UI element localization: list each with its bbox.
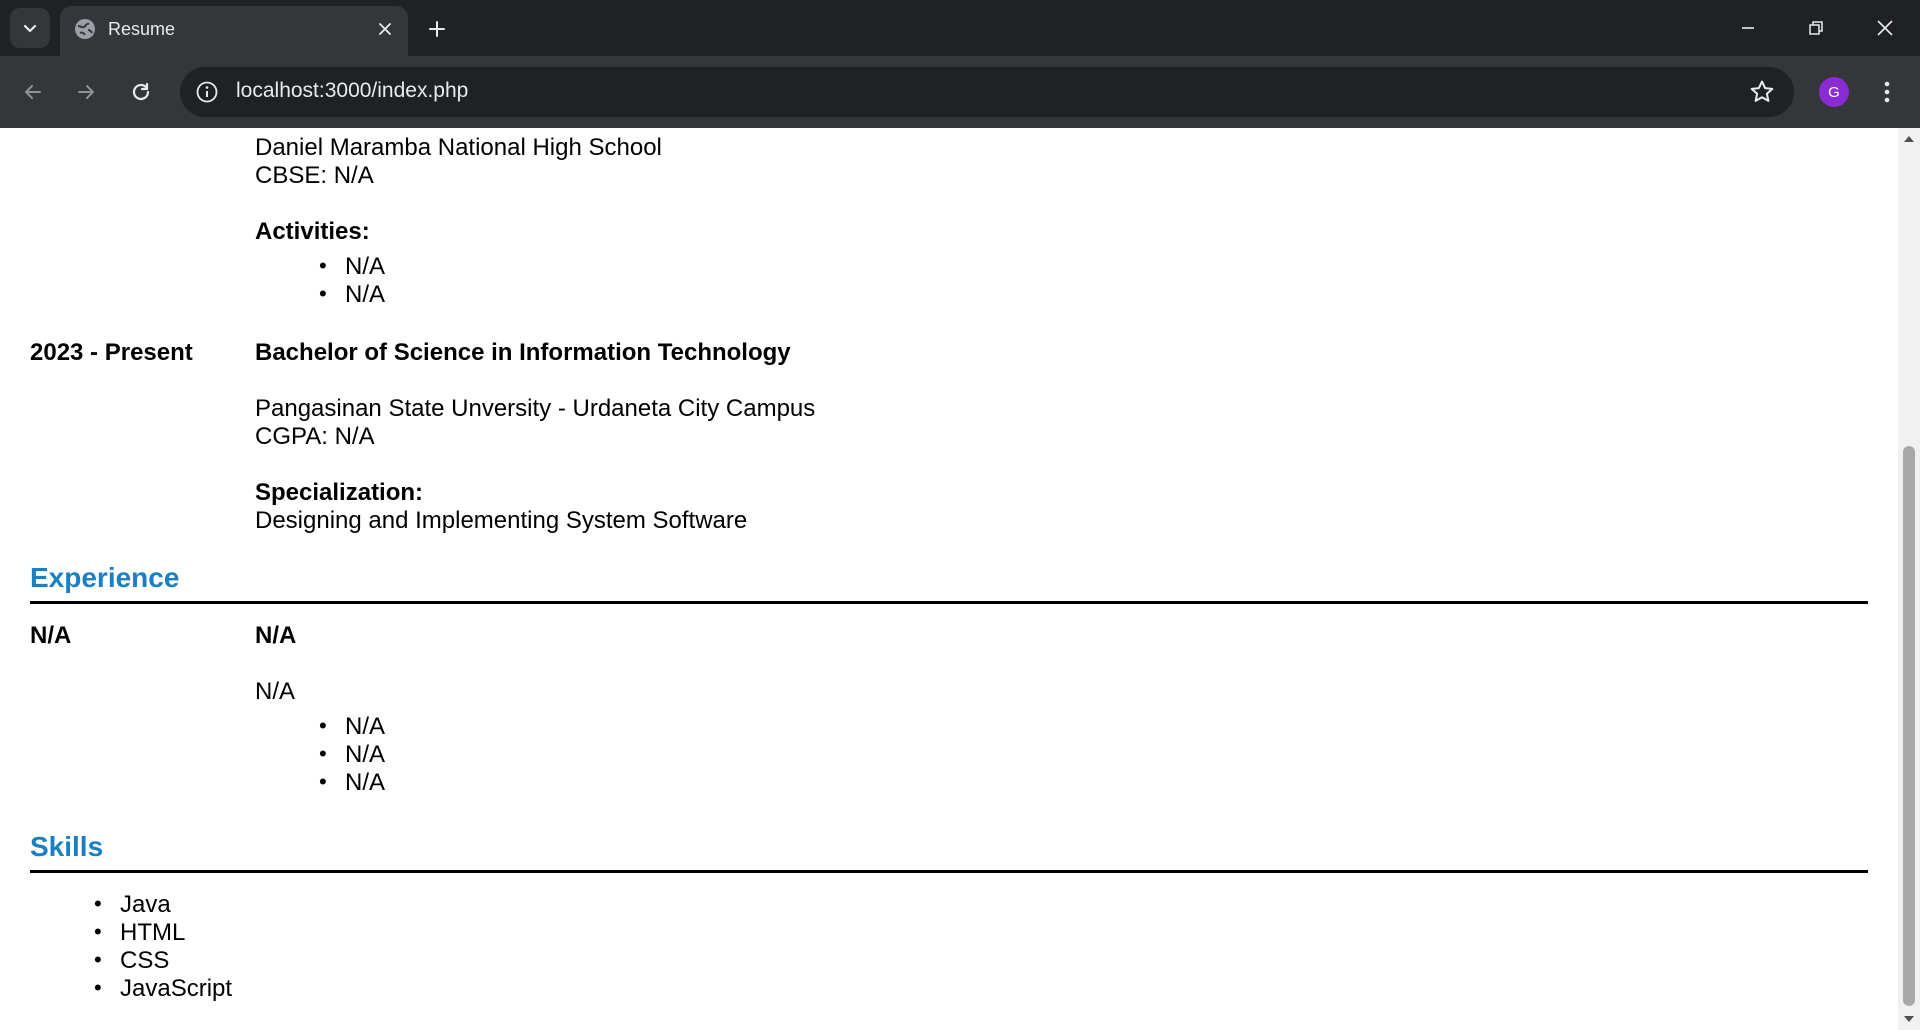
list-item: N/A [319,741,385,769]
experience-period: N/A [30,622,72,649]
browser-toolbar: localhost:3000/index.php G [0,56,1920,128]
restore-button[interactable] [1793,8,1839,48]
section-divider [30,870,1868,873]
arrow-left-icon [25,85,41,99]
list-item: N/A [319,713,385,741]
school-grade: CGPA: N/A [255,423,375,450]
back-button[interactable] [13,72,53,112]
close-window-button[interactable] [1862,8,1908,48]
close-icon [379,23,391,35]
plus-icon [429,21,445,37]
degree-title: Bachelor of Science in Information Techn… [255,339,791,366]
section-divider [30,601,1868,604]
school-grade: CBSE: N/A [255,162,374,189]
list-item: N/A [319,769,385,797]
minimize-button[interactable] [1725,8,1771,48]
specialization-label: Specialization: [255,479,424,506]
minimize-icon [1742,27,1754,29]
skill-item: CSS [94,947,170,975]
experience-description: N/A [255,678,296,705]
browser-tab[interactable]: Resume [60,6,408,56]
skill-item: JavaScript [94,975,232,1003]
specialization-text: Designing and Implementing System Softwa… [255,507,748,534]
browser-tab-bar: Resume [0,0,1920,56]
chevron-down-icon [23,24,37,33]
vertical-scrollbar[interactable] [1898,128,1920,1030]
profile-avatar[interactable]: G [1819,77,1849,107]
education-period: 2023 - Present [30,339,193,366]
skill-item: Java [94,891,171,919]
tab-title: Resume [108,19,176,39]
experience-heading: Experience [30,562,180,593]
more-vertical-icon [1884,81,1890,103]
scrollbar-thumb[interactable] [1903,446,1915,1006]
arrow-right-icon [78,85,94,99]
address-bar[interactable]: localhost:3000/index.php [180,67,1794,117]
globe-icon [75,19,95,39]
school-name: Pangasinan State Unversity - Urdaneta Ci… [255,395,816,422]
reload-icon [132,82,150,101]
reload-button[interactable] [121,72,161,112]
forward-button[interactable] [66,72,106,112]
skill-item: HTML [94,919,185,947]
page-viewport: Daniel Maramba National High School CBSE… [0,128,1898,1030]
school-name: Daniel Maramba National High School [255,134,662,161]
star-icon[interactable] [1748,78,1776,106]
browser-menu-button[interactable] [1870,74,1904,110]
close-icon [1877,20,1893,36]
info-icon[interactable] [194,79,220,105]
tab-search-button[interactable] [10,8,50,48]
new-tab-button[interactable] [420,12,454,46]
experience-role: N/A [255,622,297,649]
activities-label: Activities: [255,218,370,245]
url-text[interactable]: localhost:3000/index.php [236,79,468,103]
restore-icon [1809,21,1823,35]
tab-close-button[interactable] [372,16,398,42]
skills-heading: Skills [30,831,104,862]
list-item: N/A [319,253,385,281]
scroll-down-arrow-icon[interactable] [1902,1012,1916,1026]
scroll-up-arrow-icon[interactable] [1902,132,1916,146]
list-item: N/A [319,281,385,309]
